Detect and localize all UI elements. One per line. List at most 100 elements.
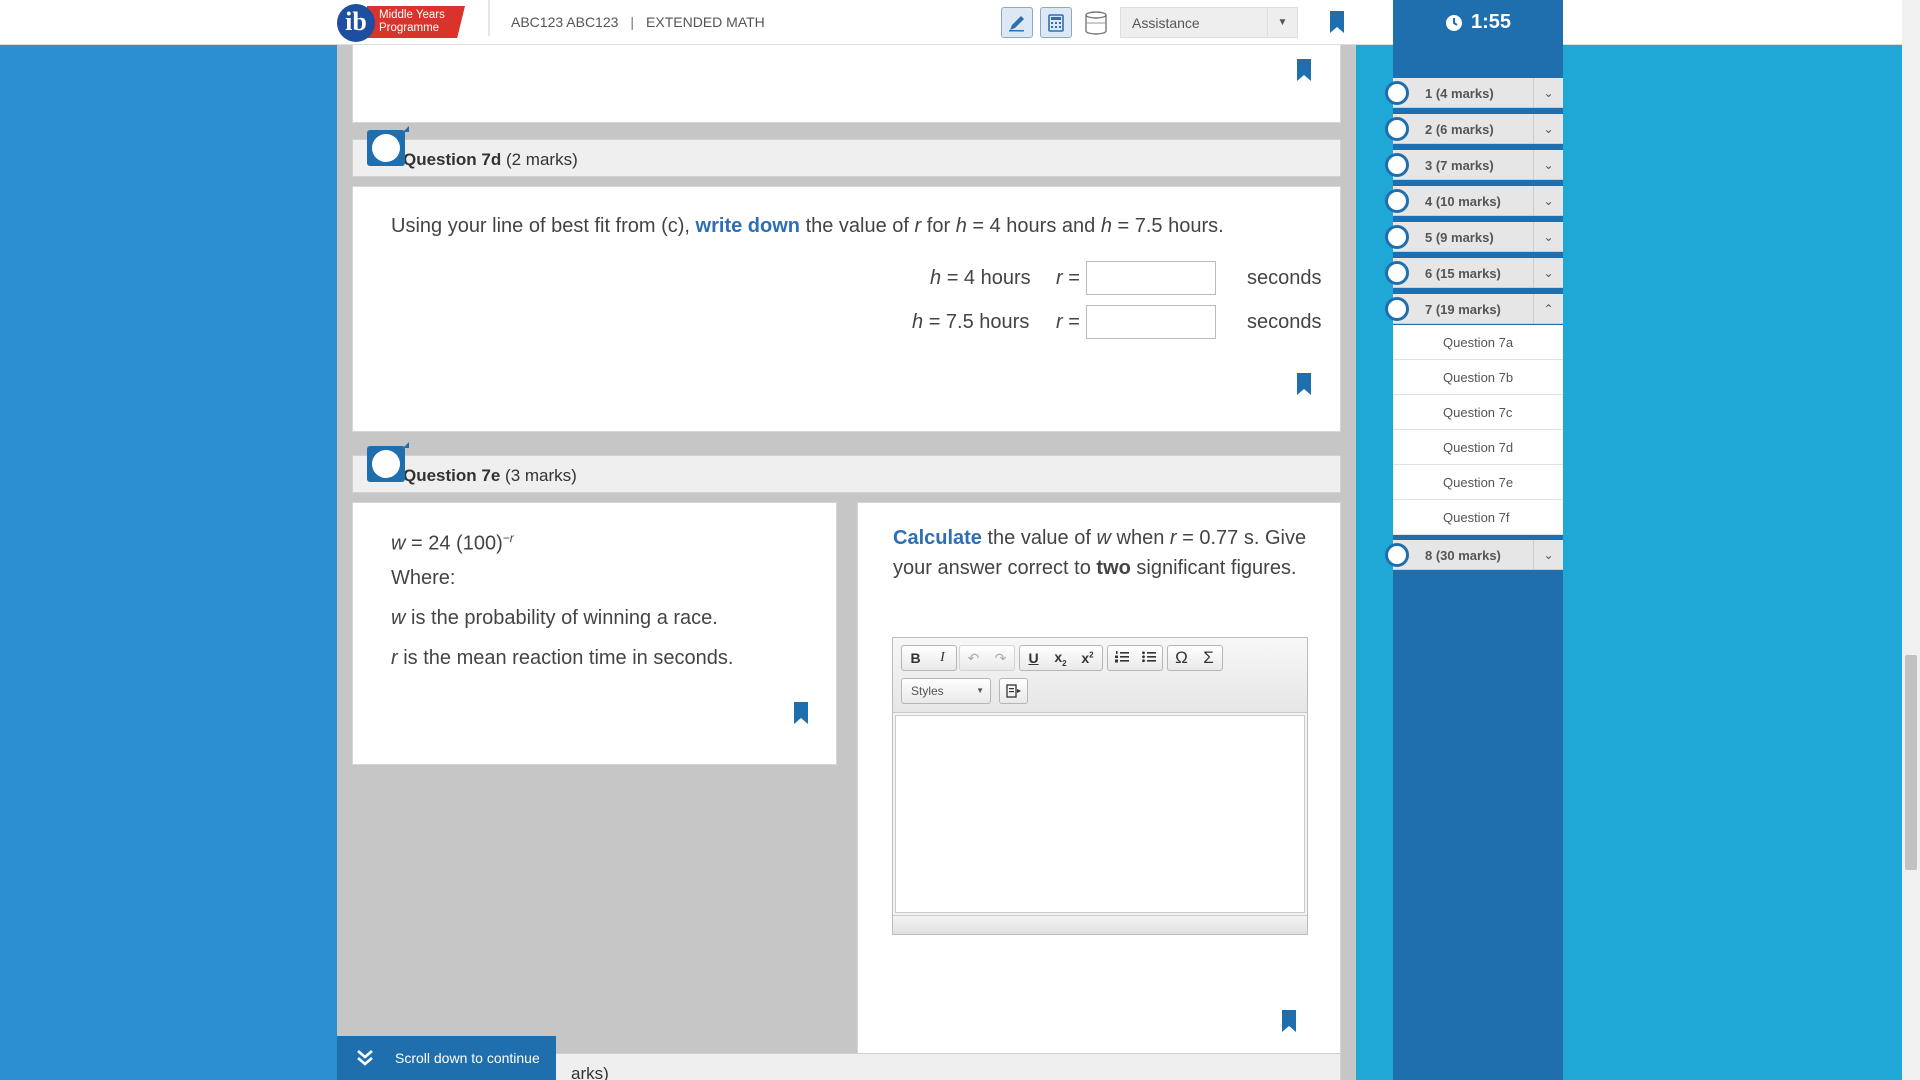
nav-subitem-7b[interactable]: Question 7b (1393, 360, 1563, 395)
clock-icon (1445, 14, 1462, 31)
chevron-down-icon[interactable]: ⌄ (1533, 114, 1563, 144)
definition-w: w is the probability of winning a race. (391, 603, 718, 633)
underline-button[interactable]: U (1020, 650, 1047, 666)
exam-title: ABC123 ABC123 | EXTENDED MATH (511, 14, 765, 30)
nav-subitem-7e[interactable]: Question 7e (1393, 465, 1563, 500)
question-7e-header: Question 7e (3 marks) (352, 455, 1341, 493)
pen-icon (1009, 15, 1024, 31)
prompt-text: the value of (805, 215, 909, 237)
nav-sub-label: Question 7c (1443, 405, 1513, 420)
nav-question-5[interactable]: 5 (9 marks) ⌄ (1385, 222, 1563, 252)
chevron-down-icon: ▼ (1267, 8, 1297, 37)
prompt-text: = 4 hours and (972, 215, 1096, 237)
top-header: Middle Years Programme ib ABC123 ABC123 |… (0, 0, 1902, 45)
bookmark-icon[interactable] (1282, 1010, 1296, 1032)
nav-sub-label: Question 7f (1443, 510, 1510, 525)
prompt-text: Using your line of best fit from (c), (391, 215, 690, 237)
undo-icon[interactable]: ↶ (960, 650, 987, 667)
chevron-down-icon[interactable]: ⌄ (1533, 222, 1563, 252)
row-value: = 4 hours (946, 267, 1031, 289)
bookmark-icon[interactable] (1297, 373, 1311, 395)
cylinder-icon (1085, 10, 1107, 35)
answer-input-h7-5[interactable] (1086, 305, 1216, 339)
redo-icon[interactable]: ↷ (987, 650, 1014, 667)
page-scrollbar[interactable] (1902, 0, 1920, 1080)
question-7d-flag[interactable] (367, 126, 409, 166)
ib-mark-icon: ib (337, 4, 375, 42)
chevron-down-icon[interactable]: ⌄ (1533, 186, 1563, 216)
highlighter-tool-button[interactable] (1001, 7, 1033, 38)
logo-line2: Programme (379, 22, 440, 34)
nav-subitem-7a[interactable]: Question 7a (1393, 325, 1563, 360)
nav-subitem-7f[interactable]: Question 7f (1393, 500, 1563, 535)
nav-subitem-7c[interactable]: Question 7c (1393, 395, 1563, 430)
history-group: ↶ ↷ (959, 645, 1015, 671)
question-7d-header: Question 7d (2 marks) (352, 139, 1341, 177)
nav-label: 2 (6 marks) (1425, 122, 1494, 137)
rich-text-editor: B I ↶ ↷ U x2 x2 Ω Σ Styles ▼ (892, 637, 1308, 935)
prompt-text: = 7.5 hours. (1117, 215, 1224, 237)
where-label: Where: (391, 567, 456, 589)
chevron-down-icon[interactable]: ⌄ (1533, 150, 1563, 180)
prompt-text: = 0.77 s. (1182, 527, 1260, 549)
double-chevron-down-icon (357, 1050, 373, 1066)
nav-question-2[interactable]: 2 (6 marks) ⌄ (1385, 114, 1563, 144)
superscript-button[interactable]: x2 (1074, 650, 1101, 666)
ib-logo: Middle Years Programme ib (337, 4, 469, 42)
question-navigator: 1 (4 marks) ⌄ 2 (6 marks) ⌄ 3 (7 marks) … (1385, 45, 1563, 1080)
chevron-up-icon[interactable]: ⌃ (1533, 294, 1563, 324)
sigma-icon[interactable]: Σ (1195, 648, 1222, 668)
paste-special-button[interactable] (999, 678, 1028, 704)
nav-sub-label: Question 7e (1443, 475, 1514, 490)
formula: w = 24 (100)−r (391, 523, 514, 559)
subscript-button[interactable]: x2 (1047, 649, 1074, 668)
equals-sign: = (1068, 311, 1080, 333)
var-w: w (391, 607, 406, 629)
numbered-list-icon[interactable] (1108, 650, 1135, 666)
format-group: B I (901, 645, 957, 671)
bookmark-icon[interactable] (1330, 11, 1344, 38)
command-term: Calculate (893, 527, 982, 549)
question-7e-title: Question 7e (403, 466, 501, 485)
nav-question-7[interactable]: 7 (19 marks) ⌃ (1385, 294, 1563, 324)
answer-input-h4[interactable] (1086, 261, 1216, 295)
scroll-down-button[interactable]: Scroll down to continue (337, 1036, 556, 1080)
scrollbar-thumb[interactable] (1905, 655, 1917, 870)
status-circle-icon (1385, 543, 1409, 567)
special-char-icon[interactable]: Ω (1168, 648, 1195, 668)
symbol-group: Ω Σ (1167, 645, 1223, 671)
bookmark-icon[interactable] (794, 702, 808, 724)
chevron-down-icon[interactable]: ⌄ (1533, 78, 1563, 108)
var-h: h (912, 311, 924, 333)
nav-subitem-7d[interactable]: Question 7d (1393, 430, 1563, 465)
editor-status-bar (893, 915, 1307, 934)
nav-question-6[interactable]: 6 (15 marks) ⌄ (1385, 258, 1563, 288)
chevron-down-icon[interactable]: ⌄ (1533, 258, 1563, 288)
calculator-icon (1048, 13, 1064, 32)
nav-question-3[interactable]: 3 (7 marks) ⌄ (1385, 150, 1563, 180)
editor-text-area[interactable] (895, 715, 1305, 913)
nav-label: 3 (7 marks) (1425, 158, 1494, 173)
nav-question-1[interactable]: 1 (4 marks) ⌄ (1385, 78, 1563, 108)
question-7d-title: Question 7d (403, 150, 502, 169)
bold-button[interactable]: B (902, 650, 929, 666)
var-h: h (930, 267, 942, 289)
question-7d-prompt: Using your line of best fit from (c), wr… (391, 211, 1224, 241)
logo-banner: Middle Years Programme (367, 6, 465, 38)
unit-label: seconds (1247, 267, 1322, 289)
formula-tool-button[interactable] (1080, 7, 1112, 38)
bookmark-icon[interactable] (1297, 59, 1311, 81)
assistance-dropdown[interactable]: Assistance ▼ (1120, 7, 1298, 38)
chevron-down-icon: ▼ (976, 686, 984, 695)
header-divider (488, 0, 490, 36)
nav-label: 7 (19 marks) (1425, 302, 1501, 317)
question-7e-flag[interactable] (367, 442, 409, 482)
nav-question-4[interactable]: 4 (10 marks) ⌄ (1385, 186, 1563, 216)
italic-button[interactable]: I (929, 650, 956, 666)
nav-question-8[interactable]: 8 (30 marks) ⌄ (1385, 540, 1563, 570)
bulleted-list-icon[interactable] (1135, 650, 1162, 666)
definition-text: is the mean reaction time in seconds. (403, 647, 734, 669)
calculator-tool-button[interactable] (1040, 7, 1072, 38)
chevron-down-icon[interactable]: ⌄ (1533, 540, 1563, 570)
styles-dropdown[interactable]: Styles ▼ (901, 678, 991, 704)
